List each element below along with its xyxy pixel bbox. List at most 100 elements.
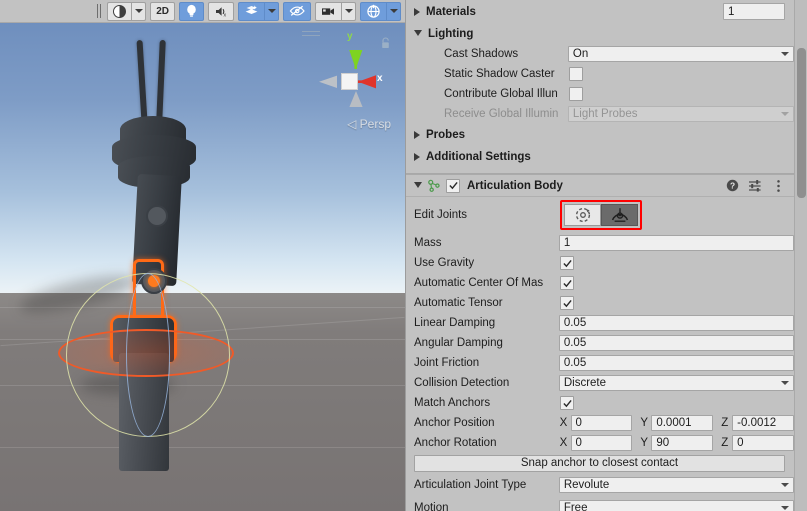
row-linear-damping: Linear Damping 0.05 [405,313,794,333]
row-collision-detection: Collision Detection Discrete [405,373,794,393]
foldout-probes[interactable]: Probes [405,124,794,146]
kebab-menu-icon[interactable] [771,179,785,193]
use-gravity-checkbox[interactable] [560,256,574,270]
collision-detection-value: Discrete [563,377,607,389]
lock-icon[interactable] [380,37,391,55]
anchor-rotation-y-value: 90 [656,437,670,449]
joint-friction-field[interactable]: 0.05 [558,355,794,371]
joint-type-value: Revolute [563,478,610,491]
anchor-rotation-x-field[interactable]: 0 [570,435,633,451]
anchor-position-y-field[interactable]: 0.0001 [651,415,714,431]
component-header-articulation-body[interactable]: Articulation Body ? [405,174,794,197]
joint-type-dropdown[interactable]: Revolute [558,476,794,493]
row-automatic-tensor: Automatic Tensor [405,293,794,313]
snap-anchor-button[interactable]: Snap anchor to closest contact [414,454,785,472]
foldout-lighting[interactable]: Lighting [405,23,794,44]
row-anchor-position: Anchor Position X 0 Y 0.0001 Z -0.0012 [405,413,794,433]
chevron-right-icon [414,131,420,139]
chevron-down-icon [781,381,789,385]
scene-gizmos-dropdown[interactable] [386,1,401,21]
toolbar-drag-handle[interactable] [93,3,104,19]
anchor-position-y-label: Y [640,417,649,429]
gizmo-axis-neg-x[interactable] [313,71,343,98]
receive-gi-label: Receive Global Illumin [444,108,559,120]
inspector-scrollbar-thumb[interactable] [797,48,806,198]
svg-text:?: ? [729,181,734,191]
scene-view-toolbar: 2D x [0,0,405,23]
linear-damping-field[interactable]: 0.05 [558,315,794,331]
chevron-down-icon[interactable] [414,181,422,192]
foldout-materials[interactable]: Materials 1 [405,0,794,23]
scene-orientation-gizmo[interactable]: y x ◁ Persp [299,29,399,134]
projection-mode-label[interactable]: ◁ Persp [347,117,391,131]
collision-detection-label: Collision Detection [414,377,510,389]
check-icon [562,259,572,267]
help-icon[interactable]: ? [725,179,739,193]
anchor-position-z-value: -0.0012 [737,417,777,429]
motion-dropdown[interactable]: Free [558,499,794,511]
anchor-rotation-z-label: Z [721,437,729,449]
additional-settings-label: Additional Settings [426,151,531,163]
anchor-position-z-label: Z [721,417,729,429]
anchor-rotation-y-field[interactable]: 90 [651,435,714,451]
edit-joint-rotation-button[interactable] [564,204,601,226]
row-edit-joints: Edit Joints [405,197,794,233]
static-shadow-caster-label: Static Shadow Caster [444,68,555,80]
linear-damping-value: 0.05 [563,317,587,329]
scene-camera-toggle[interactable] [315,1,341,21]
angular-damping-field[interactable]: 0.05 [558,335,794,351]
scene-fx-toggle[interactable] [238,1,264,21]
automatic-center-of-mass-checkbox[interactable] [560,276,574,290]
match-anchors-checkbox[interactable] [560,396,574,410]
row-contribute-gi: Contribute Global Illun [405,84,794,104]
row-static-shadow-caster: Static Shadow Caster [405,64,794,84]
row-joint-friction: Joint Friction 0.05 [405,353,794,373]
receive-gi-value: Light Probes [572,108,638,120]
collision-detection-dropdown[interactable]: Discrete [558,375,794,391]
antenna-right [156,39,166,123]
cast-shadows-dropdown[interactable]: On [567,46,794,62]
materials-count-value: 1 [728,5,735,18]
mode-2d-button[interactable]: 2D [150,1,175,21]
anchor-rotation-y-label: Y [640,437,649,449]
motion-value: Free [563,501,588,511]
anchor-rotation-z-field[interactable]: 0 [732,435,794,451]
anchor-position-z-field[interactable]: -0.0012 [732,415,794,431]
gizmo-label-y: y [347,31,353,42]
gizmo-drag-bars[interactable] [302,31,320,39]
anchor-rotation-label: Anchor Rotation [414,437,497,449]
mass-field[interactable]: 1 [558,235,794,251]
anchor-position-x-field[interactable]: 0 [570,415,633,431]
check-icon [562,299,572,307]
anchor-rotation-x-value: 0 [575,437,582,449]
scene-gizmos-toggle[interactable] [360,1,386,21]
static-shadow-caster-checkbox[interactable] [569,67,583,81]
scene-camera-dropdown[interactable] [341,1,356,21]
materials-count-field[interactable]: 1 [723,3,785,20]
shading-mode-button[interactable] [107,1,132,21]
row-mass: Mass 1 [405,233,794,253]
panel-divider[interactable] [405,0,406,511]
gizmos-globe-icon [367,4,380,18]
foldout-additional-settings[interactable]: Additional Settings [405,146,794,168]
mass-label: Mass [414,237,442,249]
chevron-down-icon [414,29,422,40]
scene-visibility-toggle[interactable] [283,1,311,21]
edit-joint-anchor-button[interactable] [601,204,638,226]
chevron-right-icon [414,7,420,16]
scene-viewport[interactable]: y x ◁ Persp [0,23,405,511]
anchor-rotation-z-value: 0 [737,437,744,449]
scene-lighting-toggle[interactable] [179,1,204,21]
automatic-tensor-checkbox[interactable] [560,296,574,310]
gizmo-center-cube[interactable] [341,73,358,90]
audio-muted-icon: x [216,6,227,18]
shading-mode-dropdown[interactable] [131,1,147,21]
preset-icon[interactable] [748,179,762,193]
anchor-rotation-x-label: X [559,437,568,449]
inspector-scrollbar[interactable] [794,0,807,511]
antenna-left [136,39,148,123]
articulation-body-enabled-checkbox[interactable] [446,178,460,193]
contribute-gi-checkbox[interactable] [569,87,583,101]
scene-audio-toggle[interactable]: x [208,1,234,21]
scene-fx-dropdown[interactable] [264,1,279,21]
